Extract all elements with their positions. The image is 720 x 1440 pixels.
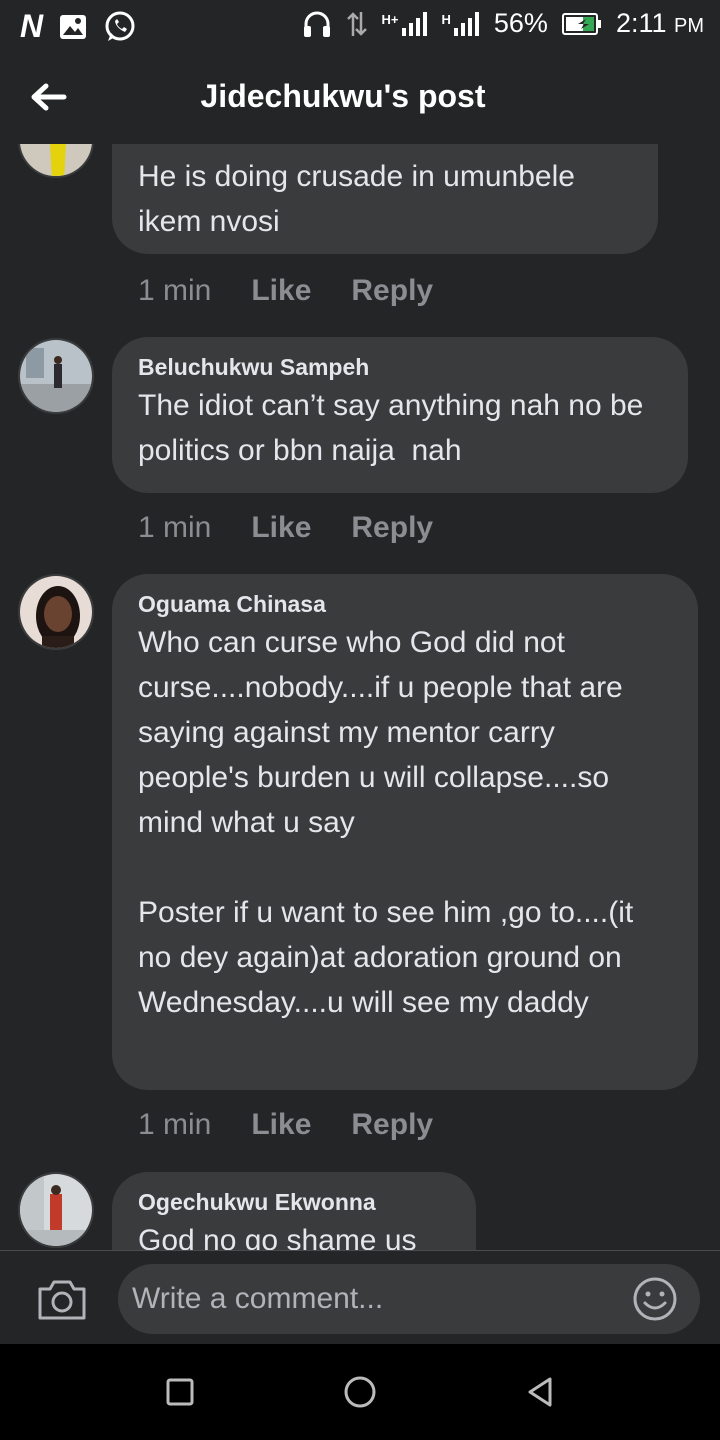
like-button[interactable]: Like: [251, 511, 311, 545]
signal-icon-2: H: [441, 11, 480, 36]
comment-author[interactable]: Oguama Chinasa: [138, 588, 672, 620]
clock-ampm: PM: [674, 15, 704, 37]
comment-time: 1 min: [138, 511, 212, 544]
data-transfer-icon: [346, 11, 367, 36]
system-navigation-bar: [0, 1344, 720, 1440]
reply-button[interactable]: Reply: [351, 274, 433, 308]
page-title: Jidechukwu's post: [200, 78, 486, 114]
headphones-icon: [303, 11, 330, 37]
like-button[interactable]: Like: [251, 274, 311, 308]
commenter-avatar[interactable]: [18, 338, 94, 414]
battery-percent: 56%: [493, 8, 548, 38]
comment-actions: 1 min Like Reply: [138, 274, 433, 308]
commenter-avatar[interactable]: [18, 574, 94, 650]
battery-charging-icon: [561, 12, 601, 35]
reply-button[interactable]: Reply: [351, 1108, 433, 1142]
post-header: Jidechukwu's post: [0, 50, 720, 144]
status-bar: N H+ H 56% 2:11 PM: [0, 0, 720, 50]
clock: 2:11 PM: [616, 8, 704, 39]
gallery-icon: [60, 14, 87, 39]
recent-apps-icon[interactable]: [162, 1374, 198, 1410]
network-type-label-2: H: [441, 11, 451, 27]
comment-text: The idiot can’t say anything nah no be p…: [138, 389, 652, 467]
commenter-avatar[interactable]: [18, 144, 94, 178]
camera-icon[interactable]: [36, 1277, 88, 1321]
clock-time: 2:11: [615, 8, 667, 38]
comment-time: 1 min: [138, 274, 212, 307]
comment-composer: [0, 1250, 720, 1344]
comment-bubble[interactable]: He is doing crusade in umunbele ikem nvo…: [112, 144, 658, 254]
whatsapp-icon: [105, 11, 135, 41]
signal-icon-1: H+: [381, 11, 428, 36]
home-icon[interactable]: [342, 1374, 378, 1410]
reply-button[interactable]: Reply: [351, 511, 433, 545]
comment-actions: 1 min Like Reply: [138, 511, 433, 545]
comment-bubble[interactable]: Oguama Chinasa Who can curse who God did…: [112, 574, 698, 1090]
comment-time: 1 min: [138, 1108, 212, 1141]
like-button[interactable]: Like: [251, 1108, 311, 1142]
comment-actions: 1 min Like Reply: [138, 1108, 433, 1142]
app-notification-icon: N: [20, 8, 44, 44]
back-icon[interactable]: [522, 1374, 558, 1410]
comment-bubble[interactable]: Ogechukwu Ekwonna God no go shame us: [112, 1172, 476, 1250]
comment-input[interactable]: [118, 1264, 700, 1334]
comment-text: He is doing crusade in umunbele ikem nvo…: [138, 160, 584, 238]
comment-author[interactable]: Ogechukwu Ekwonna: [138, 1186, 450, 1218]
comment-text: God no go shame us: [138, 1224, 417, 1250]
commenter-avatar[interactable]: [18, 1172, 94, 1248]
comments-list[interactable]: He is doing crusade in umunbele ikem nvo…: [0, 144, 720, 1250]
network-type-label: H+: [381, 11, 399, 27]
comment-author[interactable]: Beluchukwu Sampeh: [138, 351, 662, 383]
comment-text: Who can curse who God did not curse....n…: [138, 626, 634, 1019]
emoji-icon[interactable]: [632, 1276, 678, 1322]
comment-bubble[interactable]: Beluchukwu Sampeh The idiot can’t say an…: [112, 337, 688, 493]
